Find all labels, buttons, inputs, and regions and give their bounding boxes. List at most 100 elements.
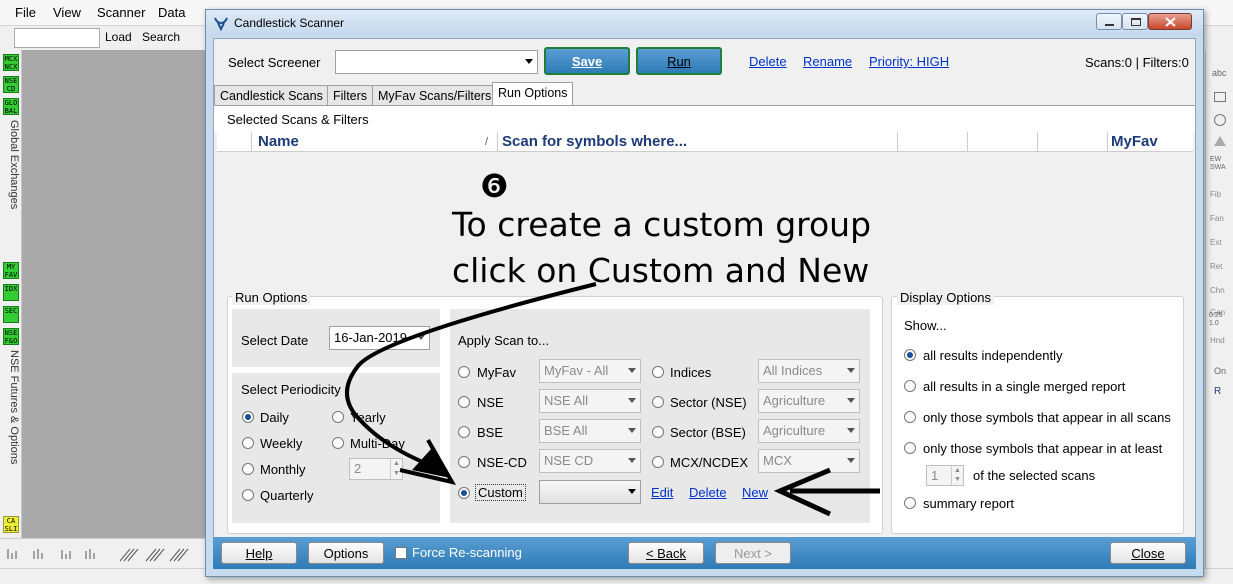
channel-tool-icon[interactable]: Chn (1210, 286, 1225, 295)
daily-label[interactable]: Daily (260, 410, 289, 425)
retracement-tool-icon[interactable]: Ret (1210, 262, 1222, 271)
tab-myfav-scans-filters[interactable]: MyFav Scans/Filters (372, 85, 498, 105)
display-at-least-label[interactable]: only those symbols that appear in at lea… (923, 441, 1162, 456)
mcx-label[interactable]: MCX/NCDEX (670, 455, 748, 470)
delete-screener-link[interactable]: Delete (749, 54, 787, 69)
ellipse-tool-icon[interactable] (1214, 114, 1226, 126)
display-at-least-radio[interactable] (904, 442, 916, 454)
tab-run-options[interactable]: Run Options (492, 82, 574, 106)
badge-nsecd[interactable]: NSE CD (3, 76, 19, 93)
display-merged-radio[interactable] (904, 380, 916, 392)
quarterly-radio[interactable] (242, 489, 254, 501)
symbol-input[interactable] (14, 28, 100, 48)
sector-bse-label[interactable]: Sector (BSE) (670, 425, 746, 440)
badge-nsefo[interactable]: NSE F&O (3, 328, 19, 345)
monthly-radio[interactable] (242, 463, 254, 475)
indices-dropdown[interactable]: All Indices (758, 359, 860, 383)
back-button[interactable]: < Back (628, 542, 704, 564)
stepper-arrows-icon[interactable]: ▲ ▼ (390, 459, 402, 479)
col-myfav-header[interactable]: MyFav (1111, 133, 1158, 150)
badge-idx[interactable]: IDX (3, 284, 19, 301)
elliott-wave-icon[interactable]: EW SWA (1210, 156, 1232, 172)
tab-candlestick-scans[interactable]: Candlestick Scans (214, 85, 329, 105)
bse-radio[interactable] (458, 426, 470, 438)
multiday-label[interactable]: Multi-Day (350, 436, 405, 451)
on-toggle[interactable]: On (1214, 366, 1226, 376)
search-button[interactable]: Search (142, 30, 180, 44)
next-button[interactable]: Next > (715, 542, 791, 564)
text-tool-icon[interactable]: abc (1212, 68, 1227, 78)
screener-dropdown[interactable] (335, 50, 538, 74)
force-rescan-checkbox[interactable] (395, 547, 407, 559)
yearly-radio[interactable] (332, 411, 344, 423)
sector-bse-dropdown[interactable]: Agriculture (758, 419, 860, 443)
badge-casli[interactable]: CA SLI (3, 516, 19, 533)
display-all-scans-radio[interactable] (904, 411, 916, 423)
mcx-dropdown[interactable]: MCX (758, 449, 860, 473)
triangle-tool-icon[interactable] (1214, 136, 1226, 146)
badge-mcx[interactable]: MCX NCX (3, 54, 19, 71)
sector-nse-radio[interactable] (652, 396, 664, 408)
minimize-button[interactable] (1096, 13, 1122, 30)
fan-tool-icon[interactable]: Fan (1210, 214, 1224, 223)
display-summary-label[interactable]: summary report (923, 496, 1014, 511)
display-summary-radio[interactable] (904, 497, 916, 509)
menu-scanner[interactable]: Scanner (97, 5, 145, 20)
nsecd-radio[interactable] (458, 456, 470, 468)
col-scan-header[interactable]: Scan for symbols where... (502, 133, 687, 150)
nse-label[interactable]: NSE (477, 395, 504, 410)
run-button[interactable]: Run (636, 47, 722, 75)
extension-tool-icon[interactable]: Ext (1210, 238, 1222, 247)
menu-view[interactable]: View (53, 5, 81, 20)
nse-dropdown[interactable]: NSE All (539, 389, 641, 413)
weekly-label[interactable]: Weekly (260, 436, 302, 451)
monthly-label[interactable]: Monthly (260, 462, 306, 477)
ratio-tool-icon[interactable]: 0.25 1.0 (1209, 312, 1233, 328)
sector-bse-radio[interactable] (652, 426, 664, 438)
hand-tool-icon[interactable]: Hnd (1210, 336, 1225, 345)
fib-tool-icon[interactable]: Fib (1210, 190, 1221, 199)
priority-link[interactable]: Priority: HIGH (869, 54, 949, 69)
options-button[interactable]: Options (308, 542, 384, 564)
rename-screener-link[interactable]: Rename (803, 54, 852, 69)
maximize-button[interactable] (1122, 13, 1148, 30)
menu-data[interactable]: Data (158, 5, 185, 20)
cursor-r-icon[interactable]: R (1214, 386, 1221, 397)
myfav-label[interactable]: MyFav (477, 365, 516, 380)
menu-file[interactable]: File (15, 5, 36, 20)
nse-radio[interactable] (458, 396, 470, 408)
drawing-tools-icons[interactable] (0, 539, 205, 569)
display-independent-radio[interactable] (904, 349, 916, 361)
yearly-label[interactable]: Yearly (350, 410, 386, 425)
bse-dropdown[interactable]: BSE All (539, 419, 641, 443)
delete-custom-link[interactable]: Delete (689, 485, 727, 500)
display-independent-label[interactable]: all results independently (923, 348, 1062, 363)
indices-radio[interactable] (652, 366, 664, 378)
sector-nse-label[interactable]: Sector (NSE) (670, 395, 747, 410)
multiday-radio[interactable] (332, 437, 344, 449)
help-button[interactable]: Help (221, 542, 297, 564)
nsecd-label[interactable]: NSE-CD (477, 455, 527, 470)
col-name-header[interactable]: Name (258, 133, 299, 150)
force-rescan-label[interactable]: Force Re-scanning (412, 545, 522, 560)
custom-radio[interactable] (458, 487, 470, 499)
badge-sec[interactable]: SEC (3, 306, 19, 323)
edit-custom-link[interactable]: Edit (651, 485, 673, 500)
badge-myfav[interactable]: MY FAV (3, 262, 19, 279)
quarterly-label[interactable]: Quarterly (260, 488, 313, 503)
save-button[interactable]: Save (544, 47, 630, 75)
weekly-radio[interactable] (242, 437, 254, 449)
date-picker[interactable]: 16-Jan-2019 (329, 326, 430, 350)
rectangle-tool-icon[interactable] (1214, 92, 1226, 102)
nsecd-dropdown[interactable]: NSE CD (539, 449, 641, 473)
close-button[interactable]: Close (1110, 542, 1186, 564)
daily-radio[interactable] (242, 411, 254, 423)
at-least-stepper[interactable]: 1 ▲ ▼ (926, 465, 964, 486)
indices-label[interactable]: Indices (670, 365, 711, 380)
tab-filters[interactable]: Filters (327, 85, 374, 105)
bse-label[interactable]: BSE (477, 425, 503, 440)
new-custom-link[interactable]: New (742, 485, 768, 500)
custom-dropdown[interactable] (539, 480, 641, 504)
myfav-radio[interactable] (458, 366, 470, 378)
custom-label[interactable]: Custom (475, 484, 526, 501)
